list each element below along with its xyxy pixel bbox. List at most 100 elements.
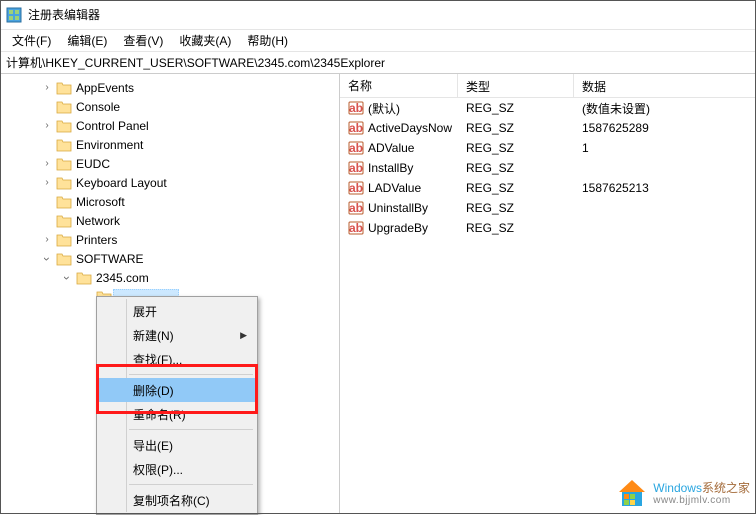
value-row[interactable]: abLADValueREG_SZ1587625213 — [340, 178, 756, 198]
value-name-cell: abUninstallBy — [340, 198, 458, 218]
cm-rename[interactable]: 重命名(R) — [99, 402, 255, 426]
svg-text:ab: ab — [349, 181, 363, 195]
menu-file[interactable]: 文件(F) — [4, 30, 59, 51]
value-name-cell: abADValue — [340, 138, 458, 158]
value-type-cell: REG_SZ — [458, 219, 574, 237]
watermark-brand: Windows系统之家 — [653, 480, 750, 495]
window-title: 注册表编辑器 — [28, 6, 100, 23]
string-value-icon: ab — [348, 220, 364, 236]
list-panel[interactable]: 名称 类型 数据 ab(默认)REG_SZ(数值未设置)abActiveDays… — [340, 74, 756, 514]
folder-icon — [56, 214, 72, 228]
watermark: Windows系统之家 www.bjjmlv.com — [615, 478, 750, 508]
col-header-data[interactable]: 数据 — [574, 74, 756, 97]
value-data-cell: 1587625213 — [574, 179, 756, 197]
context-menu: 展开 新建(N)▶ 查找(F)... 删除(D) 重命名(R) 导出(E) 权限… — [96, 296, 258, 515]
tree-item-label: SOFTWARE — [76, 252, 144, 266]
value-name-cell: abUpgradeBy — [340, 218, 458, 238]
folder-icon — [56, 100, 72, 114]
string-value-icon: ab — [348, 120, 364, 136]
cm-export[interactable]: 导出(E) — [99, 433, 255, 457]
cm-copy-key-name[interactable]: 复制项名称(C) — [99, 488, 255, 512]
svg-text:ab: ab — [349, 221, 363, 235]
value-data-cell — [574, 166, 756, 170]
svg-text:ab: ab — [349, 201, 363, 215]
menu-view[interactable]: 查看(V) — [115, 30, 171, 51]
regedit-icon — [6, 7, 22, 23]
tree-item-label: Environment — [76, 138, 143, 152]
value-type-cell: REG_SZ — [458, 119, 574, 137]
chevron-right-icon[interactable]: › — [40, 158, 54, 169]
value-row[interactable]: abInstallByREG_SZ — [340, 158, 756, 178]
chevron-right-icon[interactable]: › — [40, 234, 54, 245]
menu-help[interactable]: 帮助(H) — [239, 30, 296, 51]
tree-item[interactable]: ›Printers — [0, 230, 339, 249]
value-name-cell: abActiveDaysNow — [340, 118, 458, 138]
tree-item-label: Microsoft — [76, 195, 125, 209]
chevron-down-icon[interactable]: › — [60, 271, 74, 285]
chevron-right-icon[interactable]: › — [40, 177, 54, 188]
svg-text:ab: ab — [349, 101, 363, 115]
col-header-name[interactable]: 名称 — [340, 74, 458, 97]
menu-favorites[interactable]: 收藏夹(A) — [171, 30, 239, 51]
tree-item[interactable]: Network — [0, 211, 339, 230]
cm-delete[interactable]: 删除(D) — [99, 378, 255, 402]
value-data-cell: 1 — [574, 139, 756, 157]
folder-icon — [56, 119, 72, 133]
string-value-icon: ab — [348, 180, 364, 196]
folder-icon — [76, 271, 92, 285]
value-data-cell — [574, 226, 756, 230]
folder-icon — [56, 176, 72, 190]
list-header: 名称 类型 数据 — [340, 74, 756, 98]
tree-item[interactable]: Environment — [0, 135, 339, 154]
svg-text:ab: ab — [349, 141, 363, 155]
value-row[interactable]: ab(默认)REG_SZ(数值未设置) — [340, 98, 756, 118]
folder-icon — [56, 195, 72, 209]
tree-item[interactable]: Microsoft — [0, 192, 339, 211]
value-name-cell: ab(默认) — [340, 98, 458, 119]
value-row[interactable]: abADValueREG_SZ1 — [340, 138, 756, 158]
chevron-right-icon[interactable]: › — [40, 120, 54, 131]
value-data-cell: 1587625289 — [574, 119, 756, 137]
string-value-icon: ab — [348, 200, 364, 216]
tree-item[interactable]: Console — [0, 97, 339, 116]
tree-item-label: Network — [76, 214, 120, 228]
folder-icon — [56, 233, 72, 247]
address-bar[interactable]: 计算机\HKEY_CURRENT_USER\SOFTWARE\2345.com\… — [0, 52, 756, 74]
cm-expand[interactable]: 展开 — [99, 299, 255, 323]
folder-icon — [56, 252, 72, 266]
cm-separator — [129, 374, 253, 375]
chevron-down-icon[interactable]: › — [40, 252, 54, 266]
value-name-cell: abLADValue — [340, 178, 458, 198]
tree-item[interactable]: › AppEvents — [0, 78, 339, 97]
menu-edit[interactable]: 编辑(E) — [59, 30, 115, 51]
watermark-url: www.bjjmlv.com — [653, 496, 750, 506]
cm-permissions[interactable]: 权限(P)... — [99, 457, 255, 481]
tree-item[interactable]: ›Keyboard Layout — [0, 173, 339, 192]
col-header-type[interactable]: 类型 — [458, 74, 574, 97]
value-row[interactable]: abActiveDaysNowREG_SZ1587625289 — [340, 118, 756, 138]
value-type-cell: REG_SZ — [458, 159, 574, 177]
cm-separator — [129, 484, 253, 485]
tree-item-label: AppEvents — [76, 81, 134, 95]
value-type-cell: REG_SZ — [458, 139, 574, 157]
tree-item-label: Console — [76, 100, 120, 114]
value-name-cell: abInstallBy — [340, 158, 458, 178]
value-type-cell: REG_SZ — [458, 199, 574, 217]
cm-new[interactable]: 新建(N)▶ — [99, 323, 255, 347]
cm-find[interactable]: 查找(F)... — [99, 347, 255, 371]
tree-item[interactable]: › Control Panel — [0, 116, 339, 135]
value-row[interactable]: abUninstallByREG_SZ — [340, 198, 756, 218]
tree-item[interactable]: › 2345.com — [0, 268, 339, 287]
chevron-right-icon[interactable]: › — [40, 82, 54, 93]
menu-bar: 文件(F) 编辑(E) 查看(V) 收藏夹(A) 帮助(H) — [0, 30, 756, 52]
house-icon — [615, 478, 649, 508]
tree-item[interactable]: › EUDC — [0, 154, 339, 173]
submenu-arrow-icon: ▶ — [240, 330, 247, 341]
string-value-icon: ab — [348, 160, 364, 176]
string-value-icon: ab — [348, 140, 364, 156]
value-row[interactable]: abUpgradeByREG_SZ — [340, 218, 756, 238]
tree-item-label: EUDC — [76, 157, 110, 171]
tree-item-label: Control Panel — [76, 119, 149, 133]
tree-item-label: 2345.com — [96, 271, 149, 285]
tree-item[interactable]: › SOFTWARE — [0, 249, 339, 268]
